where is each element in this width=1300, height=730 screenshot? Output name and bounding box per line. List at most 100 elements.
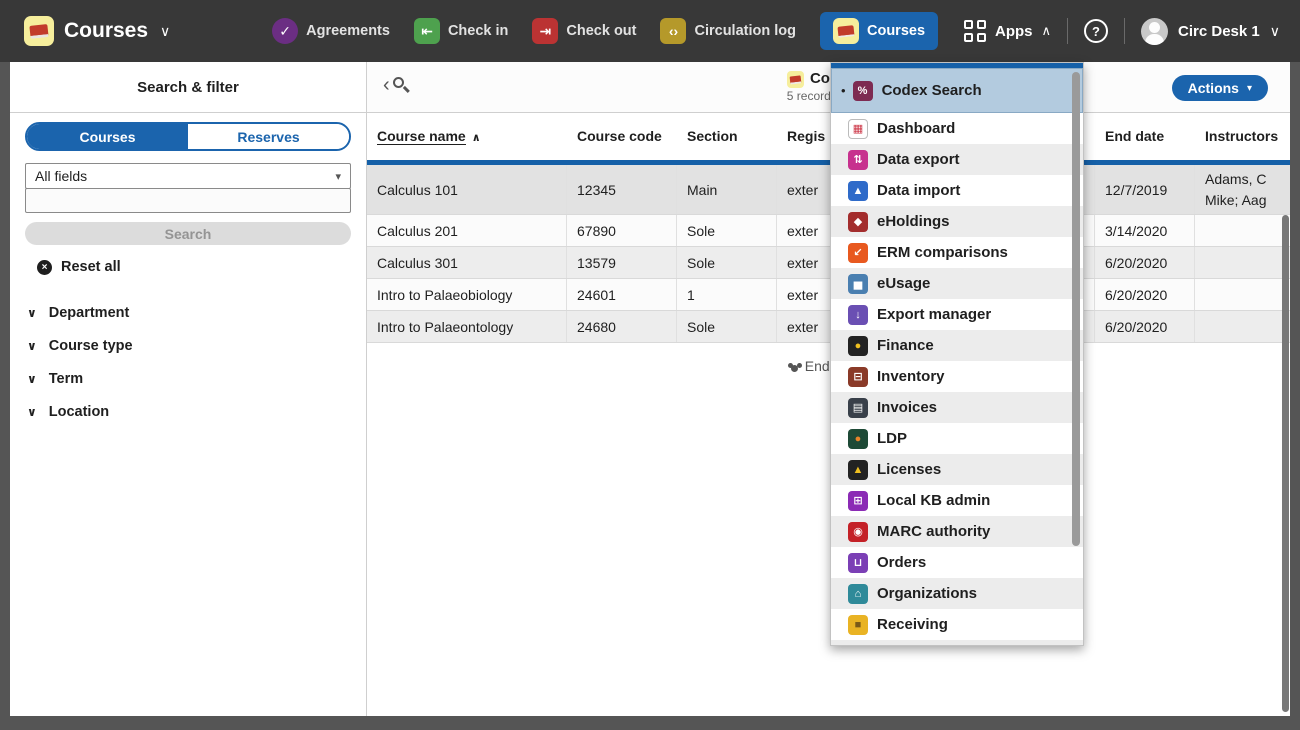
- nav-item-check-out[interactable]: ⇥ Check out: [532, 18, 636, 44]
- organizations-icon: ⌂: [848, 584, 868, 604]
- menu-vertical-scrollbar[interactable]: [1072, 72, 1080, 546]
- erm-comparisons-icon: ↙: [848, 243, 868, 263]
- search-input[interactable]: [25, 188, 351, 213]
- cell-section: Main: [677, 165, 777, 214]
- menu-item-data-export[interactable]: ⇅ Data export: [831, 144, 1083, 175]
- table-row[interactable]: Intro to Palaeobiology 24601 1 exter 6/2…: [367, 279, 1290, 311]
- menu-item-local-kb-admin[interactable]: ⊞ Local KB admin: [831, 485, 1083, 516]
- navbar-apps: ✓ Agreements ⇤ Check in ⇥ Check out ‹› C…: [272, 12, 938, 50]
- menu-item-eholdings[interactable]: ◆ eHoldings: [831, 206, 1083, 237]
- user-name: Circ Desk 1: [1178, 23, 1260, 40]
- app-frame: Search & filter Courses Reserves All fie…: [10, 62, 1290, 716]
- tab-courses[interactable]: Courses: [27, 124, 188, 149]
- table-row[interactable]: Calculus 201 67890 Sole exter 3/14/2020: [367, 215, 1290, 247]
- column-header-section[interactable]: Section: [677, 128, 777, 145]
- column-header-course-name[interactable]: Course name∧: [367, 128, 567, 145]
- menu-item-erm-comparisons[interactable]: ↙ ERM comparisons: [831, 237, 1083, 268]
- nav-item-check-in[interactable]: ⇤ Check in: [414, 18, 508, 44]
- menu-item-organizations[interactable]: ⌂ Organizations: [831, 578, 1083, 609]
- menu-item-licenses[interactable]: ▲ Licenses: [831, 454, 1083, 485]
- cell-course-name: Intro to Palaeobiology: [367, 279, 567, 310]
- codex-search-icon: %: [853, 81, 873, 101]
- dashboard-icon: ▦: [848, 119, 868, 139]
- menu-item-finance[interactable]: ● Finance: [831, 330, 1083, 361]
- menu-item-marc-authority[interactable]: ◉ MARC authority: [831, 516, 1083, 547]
- menu-item-data-import[interactable]: ▲ Data import: [831, 175, 1083, 206]
- local-kb-admin-icon: ⊞: [848, 491, 868, 511]
- column-header-course-code[interactable]: Course code: [567, 128, 677, 145]
- menu-item-codex-search[interactable]: • % Codex Search: [831, 68, 1083, 113]
- cell-end-date: 6/20/2020: [1095, 247, 1195, 278]
- table-row[interactable]: Intro to Palaeontology 24680 Sole exter …: [367, 311, 1290, 343]
- chevron-down-icon: ∨: [160, 23, 170, 40]
- menu-item-eusage[interactable]: ▅ eUsage: [831, 268, 1083, 299]
- search-icon: [391, 76, 409, 94]
- reset-all-button[interactable]: × Reset all: [37, 259, 351, 275]
- table-row[interactable]: Calculus 101 12345 Main exter 9 12/7/201…: [367, 165, 1290, 215]
- table-row[interactable]: Calculus 301 13579 Sole exter 6/20/2020: [367, 247, 1290, 279]
- navbar-divider: [1124, 18, 1125, 44]
- menu-item-invoices[interactable]: ▤ Invoices: [831, 392, 1083, 423]
- menu-item-export-manager[interactable]: ↓ Export manager: [831, 299, 1083, 330]
- search-field-selected-value: All fields: [35, 168, 87, 184]
- results-vertical-scrollbar[interactable]: [1282, 215, 1289, 712]
- user-menu[interactable]: Circ Desk 1 ∨: [1141, 18, 1280, 45]
- tab-reserves[interactable]: Reserves: [188, 124, 349, 149]
- menu-item-orders[interactable]: ⊔ Orders: [831, 547, 1083, 578]
- accordion-term[interactable]: ∨ Term: [25, 366, 351, 392]
- cell-end-date: 6/20/2020: [1095, 279, 1195, 310]
- apps-grid-icon: [964, 20, 986, 42]
- cell-course-code: 24680: [567, 311, 677, 342]
- search-filter-header: Search & filter: [10, 62, 366, 113]
- cell-instructors: [1195, 247, 1290, 278]
- column-header-end-date[interactable]: End date: [1095, 128, 1195, 145]
- paw-icon: [791, 365, 798, 372]
- menu-item-ldp[interactable]: ● LDP: [831, 423, 1083, 454]
- cell-instructors: Adams, C Mike; Aag: [1195, 165, 1290, 214]
- sort-ascending-icon: ∧: [472, 132, 481, 144]
- nav-item-circulation-log[interactable]: ‹› Circulation log: [660, 18, 796, 44]
- accordion-course-type[interactable]: ∨ Course type: [25, 333, 351, 359]
- ldp-icon: ●: [848, 429, 868, 449]
- actions-button[interactable]: Actions ▾: [1172, 75, 1268, 101]
- eusage-icon: ▅: [848, 274, 868, 294]
- check-in-icon: ⇤: [414, 18, 440, 44]
- navbar-divider: [1067, 18, 1068, 44]
- cell-course-code: 67890: [567, 215, 677, 246]
- courses-book-icon: [787, 71, 804, 88]
- table-header-row: Course name∧ Course code Section Regis E…: [367, 113, 1290, 160]
- data-export-icon: ⇅: [848, 150, 868, 170]
- chevron-down-icon: ▾: [335, 170, 341, 183]
- avatar: [1141, 18, 1168, 45]
- invoices-icon: ▤: [848, 398, 868, 418]
- apps-dropdown-toggle[interactable]: Apps ∧: [964, 20, 1051, 42]
- current-app-menu[interactable]: Courses ∨: [24, 16, 170, 46]
- search-button[interactable]: Search: [25, 222, 351, 245]
- cell-section: Sole: [677, 247, 777, 278]
- cell-course-name: Intro to Palaeontology: [367, 311, 567, 342]
- menu-item-inventory[interactable]: ⊟ Inventory: [831, 361, 1083, 392]
- marc-authority-icon: ◉: [848, 522, 868, 542]
- courses-reserves-tabs: Courses Reserves: [25, 122, 351, 151]
- accordion-department[interactable]: ∨ Department: [25, 300, 351, 326]
- cell-section: Sole: [677, 311, 777, 342]
- chevron-down-icon: ∨: [1270, 23, 1280, 40]
- nav-item-courses-active[interactable]: Courses: [820, 12, 938, 50]
- search-field-select[interactable]: All fields ▾: [25, 163, 351, 189]
- results-pane-header: ‹ Courses 5 records found Actions ▾: [367, 62, 1290, 113]
- menu-item-dashboard[interactable]: ▦ Dashboard: [831, 113, 1083, 144]
- app-title: Courses: [64, 19, 148, 43]
- nav-item-agreements[interactable]: ✓ Agreements: [272, 18, 390, 44]
- cell-section: 1: [677, 279, 777, 310]
- help-icon[interactable]: ?: [1084, 19, 1108, 43]
- column-header-instructors[interactable]: Instructors: [1195, 128, 1290, 145]
- collapse-search-pane-button[interactable]: ‹: [383, 75, 409, 95]
- reset-x-icon: ×: [37, 260, 52, 275]
- top-navbar: Courses ∨ ✓ Agreements ⇤ Check in ⇥ Chec…: [0, 0, 1300, 62]
- menu-next-item-sliver: [831, 640, 1083, 645]
- cell-course-name: Calculus 201: [367, 215, 567, 246]
- export-manager-icon: ↓: [848, 305, 868, 325]
- check-out-icon: ⇥: [532, 18, 558, 44]
- accordion-location[interactable]: ∨ Location: [25, 399, 351, 425]
- menu-item-receiving[interactable]: ■ Receiving: [831, 609, 1083, 640]
